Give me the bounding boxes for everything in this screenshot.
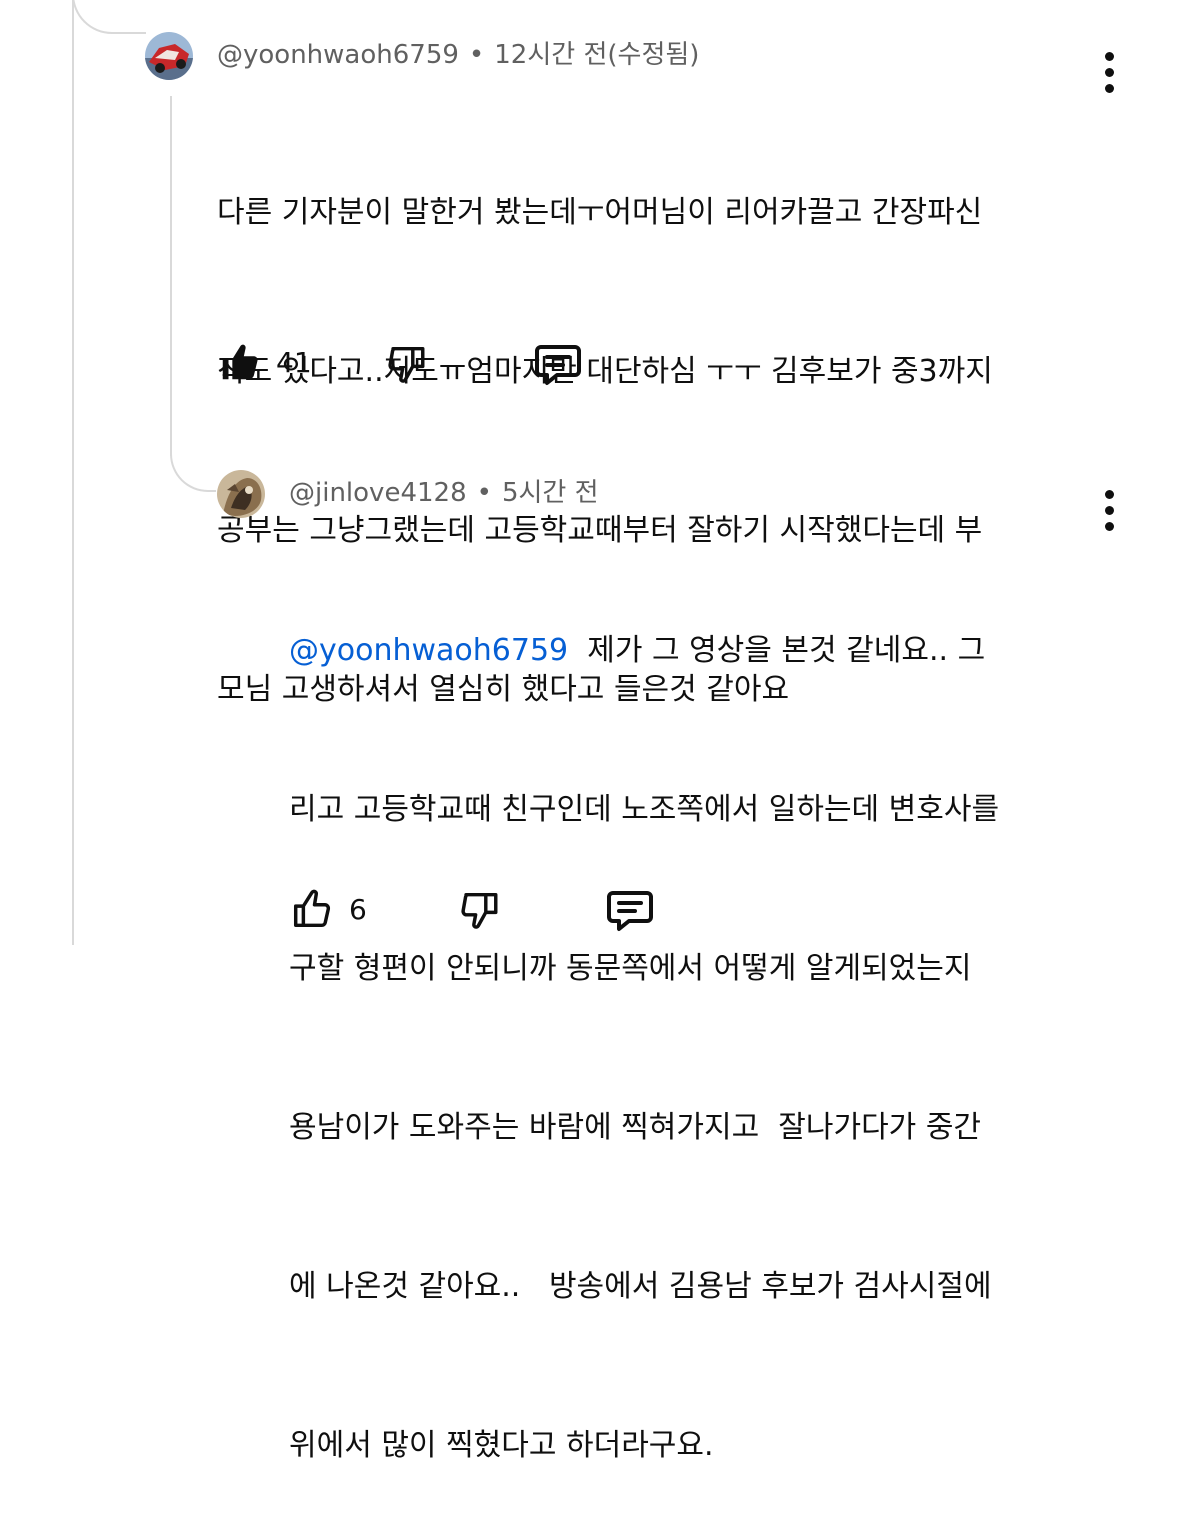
thumbs-down-icon[interactable] [385,342,431,388]
mention-link[interactable]: @yoonhwaoh6759 [289,633,568,668]
thread-line-outer [72,0,74,945]
avatar-image [217,470,265,518]
comment-text: @yoonhwaoh6759 제가 그 영상을 본것 같네요.. 그 리고 고등… [289,518,1119,1525]
like-count: 6 [349,893,367,926]
comment-meta: @jinlove4128 • 5시간 전 [289,477,599,509]
comment-meta: @yoonhwaoh6759 • 12시간 전(수정됨) [217,39,699,71]
comment-line: 적도 있다고..저도ㅠ엄마지만 대단하심 ㅜㅜ 김후보가 중3까지 [217,354,993,389]
thumbs-up-outline-icon[interactable] [289,886,335,932]
like-count: 41 [276,346,312,379]
comment-line-rest: 제가 그 영상을 본것 같네요.. 그 [568,633,986,668]
comment-line: 에 나온것 같아요.. 방송에서 김용남 후보가 검사시절에 [289,1269,992,1304]
thumbs-down-icon[interactable] [458,888,504,934]
thread-connector-1 [72,0,146,34]
reply-comment-icon[interactable] [533,340,583,388]
thread-line-inner [170,96,172,456]
comment-line: @yoonhwaoh6759 제가 그 영상을 본것 같네요.. 그 [289,624,1119,677]
thread-connector-2 [170,420,216,492]
reply-comment-icon[interactable] [605,886,655,934]
comment-line: 다른 기자분이 말한거 봤는데ㅜ어머님이 리어카끌고 간장파신 [217,195,983,230]
avatar[interactable] [145,32,193,80]
timestamp[interactable]: 5시간 전 [502,478,599,508]
thumbs-up-filled-icon[interactable] [217,339,263,385]
comment-line: 리고 고등학교때 친구인데 노조쪽에서 일하는데 변호사를 [289,792,1000,827]
timestamp[interactable]: 12시간 전(수정됨) [494,40,699,70]
comment-line: 구할 형편이 안되니까 동문쪽에서 어떻게 알게되었는지 [289,951,972,986]
author-handle[interactable]: @yoonhwaoh6759 [217,40,459,70]
comment-line: 위에서 많이 찍혔다고 하더라구요. [289,1428,714,1463]
comment-line: 용남이가 도와주는 바람에 찍혀가지고 잘나가다가 중간 [289,1110,982,1145]
avatar[interactable] [217,470,265,518]
author-handle[interactable]: @jinlove4128 [289,478,467,508]
meta-separator: • [468,40,485,70]
avatar-image [145,32,193,80]
meta-separator: • [476,478,492,508]
